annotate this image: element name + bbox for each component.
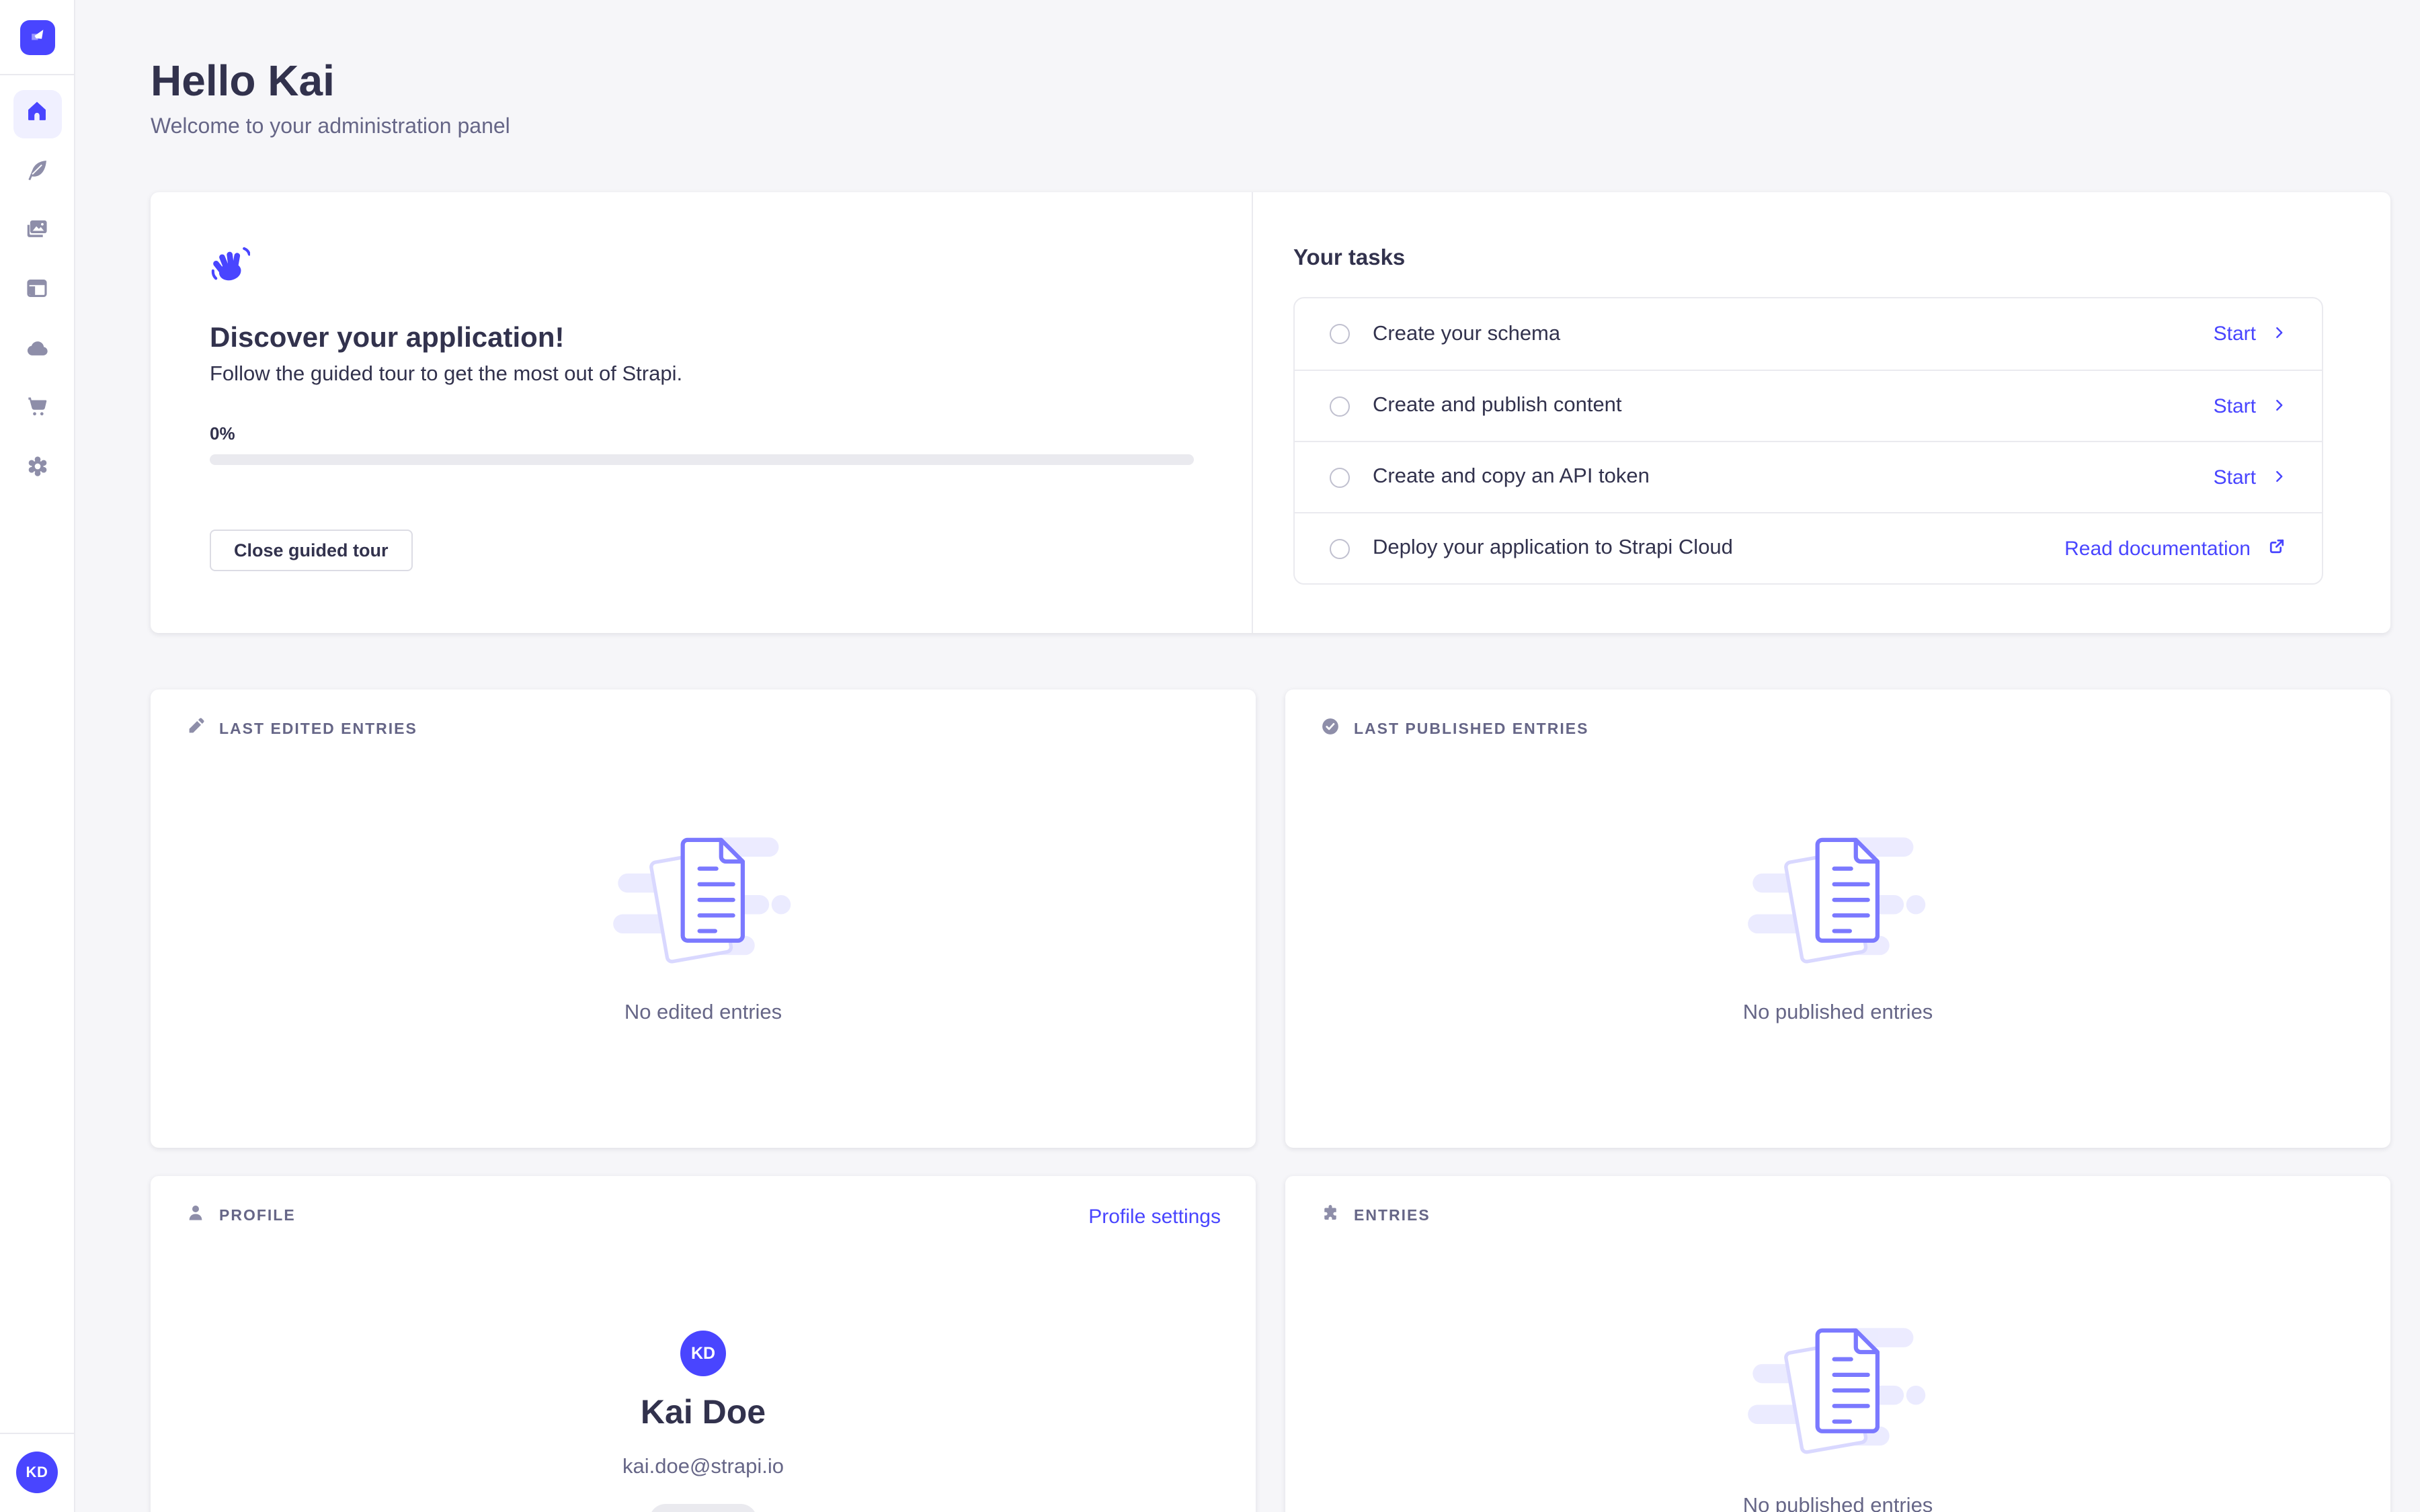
widget-header: LAST EDITED ENTRIES: [186, 716, 417, 743]
last-published-entries-widget: LAST PUBLISHED ENTRIES: [1285, 689, 2390, 1148]
puzzle-icon: [1320, 1203, 1340, 1230]
sidebar-nav: [13, 90, 61, 504]
empty-state-message: No published entries: [1285, 1001, 2390, 1025]
task-radio[interactable]: [1330, 324, 1350, 344]
profile-settings-link[interactable]: Profile settings: [1088, 1206, 1221, 1228]
cloud-icon: [24, 334, 50, 368]
widget-title: LAST EDITED ENTRIES: [219, 722, 417, 738]
sidebar-item-content-manager[interactable]: [13, 149, 61, 198]
tasks-section: Your tasks Create your schema Start Crea…: [1253, 192, 2390, 633]
external-link-icon: [2267, 536, 2287, 561]
sidebar-bottom-divider: [0, 1433, 75, 1434]
task-row-create-schema[interactable]: Create your schema Start: [1295, 298, 2322, 370]
widget-header: LAST PUBLISHED ENTRIES: [1320, 716, 1588, 743]
sidebar-item-marketplace[interactable]: [13, 386, 61, 434]
chevron-right-icon: [2272, 394, 2287, 417]
profile-name: Kai Doe: [151, 1394, 1256, 1433]
profile-avatar: KD: [680, 1331, 726, 1376]
strapi-admin-homepage: KD Hello Kai Welcome to your administrat…: [0, 0, 2420, 1512]
profile-email: kai.doe@strapi.io: [151, 1456, 1256, 1480]
sidebar-item-cloud[interactable]: [13, 327, 61, 375]
feather-icon: [24, 157, 50, 190]
empty-state-message: No published entries: [1285, 1495, 2390, 1512]
profile-role-badge: [649, 1504, 757, 1512]
task-label: Create and copy an API token: [1373, 465, 2214, 489]
task-read-documentation-link[interactable]: Read documentation: [2064, 536, 2287, 561]
task-start-link[interactable]: Start: [2214, 323, 2287, 345]
cart-icon: [24, 394, 50, 426]
profile-widget: PROFILE Profile settings KD Kai Doe kai.…: [151, 1176, 1256, 1512]
task-row-create-api-token[interactable]: Create and copy an API token Start: [1295, 441, 2322, 512]
tasks-title: Your tasks: [1293, 246, 1405, 271]
progress-bar: [210, 454, 1194, 465]
check-circle-icon: [1320, 716, 1340, 743]
guided-tour-title: Discover your application!: [210, 321, 564, 356]
sidebar-bottom: KD: [0, 1433, 74, 1512]
strapi-logo-icon: [26, 23, 48, 52]
sidebar: KD: [0, 0, 75, 1512]
empty-state-message: No edited entries: [151, 1001, 1256, 1025]
widget-title: LAST PUBLISHED ENTRIES: [1354, 722, 1588, 738]
guided-tour-section: Discover your application! Follow the gu…: [151, 192, 1253, 633]
page-subtitle: Welcome to your administration panel: [151, 114, 510, 141]
home-icon: [24, 98, 50, 130]
widget-title: PROFILE: [219, 1208, 296, 1224]
documents-illustration: [1748, 1318, 1928, 1481]
guided-tour-panel: Discover your application! Follow the gu…: [151, 192, 2390, 633]
close-guided-tour-button[interactable]: Close guided tour: [210, 530, 413, 571]
layout-icon: [24, 276, 50, 308]
pictures-icon: [24, 216, 50, 249]
widget-header: ENTRIES: [1320, 1203, 1430, 1230]
task-label: Create your schema: [1373, 322, 2214, 346]
sidebar-item-settings[interactable]: [13, 445, 61, 493]
tasks-list: Create your schema Start Create and publ…: [1293, 297, 2323, 585]
task-label: Create and publish content: [1373, 394, 2214, 418]
task-row-deploy-strapi-cloud[interactable]: Deploy your application to Strapi Cloud …: [1295, 512, 2322, 583]
task-radio[interactable]: [1330, 467, 1350, 487]
sidebar-divider: [0, 74, 75, 75]
page-title: Hello Kai: [151, 54, 335, 108]
task-start-link[interactable]: Start: [2214, 466, 2287, 489]
documents-illustration: [1748, 828, 1928, 991]
widget-header: PROFILE: [186, 1203, 296, 1230]
entries-widget: ENTRIES: [1285, 1176, 2390, 1512]
sidebar-item-home[interactable]: [13, 90, 61, 138]
gear-icon: [24, 452, 50, 486]
task-radio[interactable]: [1330, 538, 1350, 558]
last-edited-entries-widget: LAST EDITED ENTRIES: [151, 689, 1256, 1148]
progress-label: 0%: [210, 423, 235, 444]
strapi-logo-button[interactable]: [19, 20, 54, 55]
task-radio[interactable]: [1330, 396, 1350, 416]
sidebar-item-media-library[interactable]: [13, 208, 61, 257]
task-start-link[interactable]: Start: [2214, 394, 2287, 417]
chevron-right-icon: [2272, 323, 2287, 345]
person-icon: [186, 1203, 206, 1230]
user-avatar[interactable]: KD: [16, 1452, 58, 1493]
sidebar-item-content-type-builder[interactable]: [13, 267, 61, 316]
chevron-right-icon: [2272, 466, 2287, 489]
documents-illustration: [613, 828, 793, 991]
widget-title: ENTRIES: [1354, 1208, 1430, 1224]
task-row-create-publish-content[interactable]: Create and publish content Start: [1295, 370, 2322, 441]
task-label: Deploy your application to Strapi Cloud: [1373, 536, 2064, 560]
waving-hand-icon: [210, 243, 250, 290]
guided-tour-subtitle: Follow the guided tour to get the most o…: [210, 362, 682, 388]
pencil-icon: [186, 716, 206, 743]
